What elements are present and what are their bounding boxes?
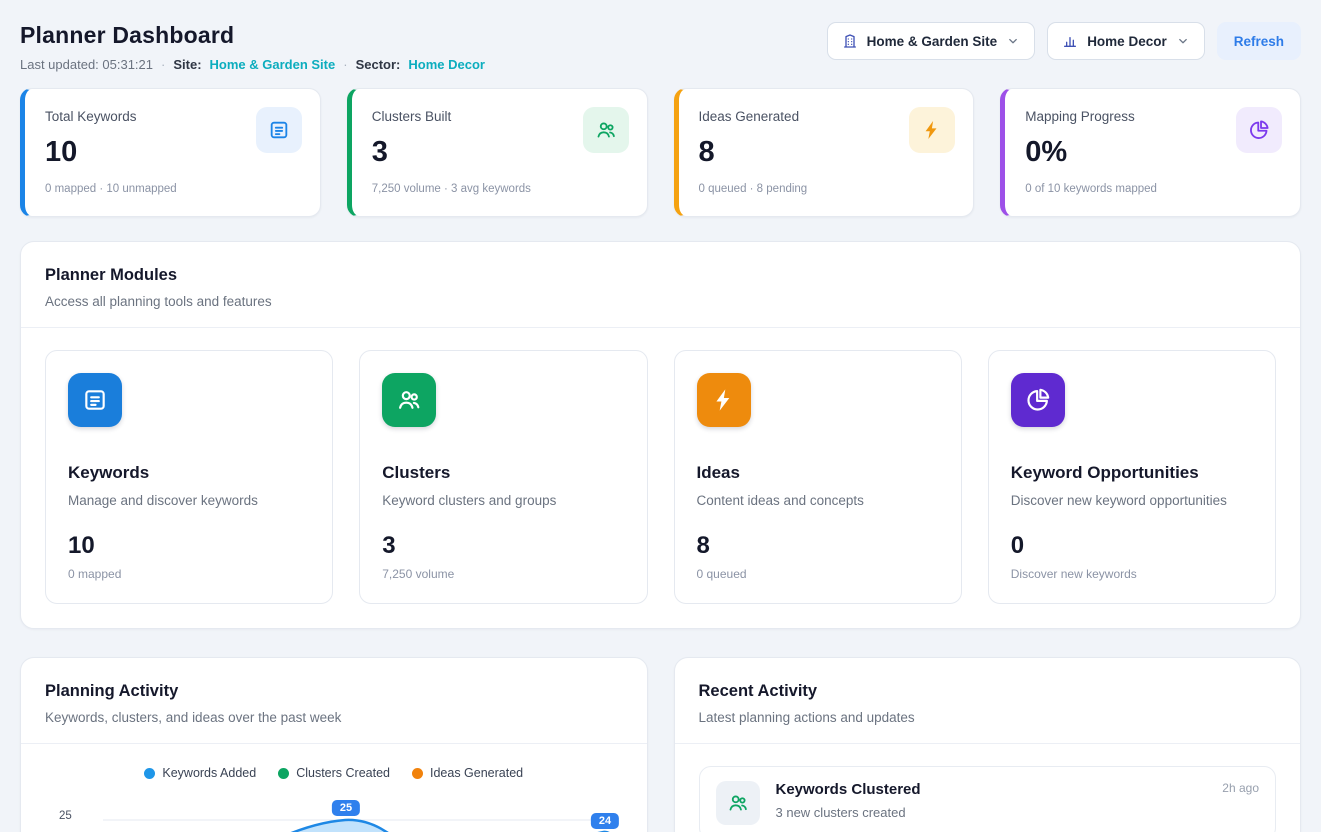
divider — [675, 743, 1301, 744]
stat-sub: 0 mapped · 10 unmapped — [45, 183, 300, 195]
meta-separator: · — [343, 57, 347, 72]
legend-label: Keywords Added — [162, 766, 256, 780]
stat-sub: 7,250 volume · 3 avg keywords — [372, 183, 627, 195]
site-selector-dropdown[interactable]: Home & Garden Site — [827, 22, 1036, 60]
site-link[interactable]: Home & Garden Site — [210, 57, 336, 72]
chart-legend: Keywords Added Clusters Created Ideas Ge… — [45, 766, 623, 780]
legend-label: Clusters Created — [296, 766, 390, 780]
sector-selector-value: Home Decor — [1087, 34, 1167, 49]
users-icon — [716, 781, 760, 825]
sector-label: Sector: — [356, 57, 401, 72]
divider — [21, 743, 647, 744]
pie-chart-icon — [1011, 373, 1065, 427]
sector-link[interactable]: Home Decor — [408, 57, 485, 72]
stat-card-clusters-built: Clusters Built 3 7,250 volume · 3 avg ke… — [347, 88, 648, 217]
refresh-button[interactable]: Refresh — [1217, 22, 1301, 60]
data-point-label: 25 — [332, 800, 360, 816]
module-title: Keyword Opportunities — [1011, 463, 1253, 483]
panel-title: Planning Activity — [45, 682, 623, 701]
module-value: 3 — [382, 532, 624, 560]
stat-sub: 0 queued · 8 pending — [699, 183, 954, 195]
activity-item: Keywords Clustered 3 new clusters create… — [699, 766, 1277, 832]
activity-description: 3 new clusters created — [776, 805, 921, 820]
module-title: Ideas — [697, 463, 939, 483]
module-description: Manage and discover keywords — [68, 493, 310, 508]
module-sub: Discover new keywords — [1011, 567, 1253, 581]
last-updated-text: Last updated: 05:31:21 — [20, 57, 153, 72]
building-icon — [842, 33, 858, 49]
meta-separator: · — [161, 57, 165, 72]
stats-grid: Total Keywords 10 0 mapped · 10 unmapped… — [0, 88, 1321, 217]
document-icon — [68, 373, 122, 427]
planner-modules-panel: Planner Modules Access all planning tool… — [20, 241, 1301, 629]
module-value: 8 — [697, 532, 939, 560]
header-left: Planner Dashboard Last updated: 05:31:21… — [20, 22, 485, 72]
chevron-down-icon — [1176, 34, 1190, 48]
stat-card-total-keywords: Total Keywords 10 0 mapped · 10 unmapped — [20, 88, 321, 217]
lightning-icon — [909, 107, 955, 153]
y-axis-tick: 25 — [59, 810, 72, 822]
chevron-down-icon — [1006, 34, 1020, 48]
panel-title: Planner Modules — [45, 266, 1276, 285]
planning-activity-card: Planning Activity Keywords, clusters, an… — [20, 657, 648, 832]
activity-body: Keywords Clustered 3 new clusters create… — [776, 781, 921, 820]
legend-dot-icon — [412, 768, 423, 779]
bottom-row: Planning Activity Keywords, clusters, an… — [20, 657, 1301, 832]
site-selector-value: Home & Garden Site — [867, 34, 998, 49]
module-sub: 0 queued — [697, 567, 939, 581]
legend-item-keywords-added: Keywords Added — [144, 766, 256, 780]
panel-subtitle: Access all planning tools and features — [45, 294, 1276, 309]
module-title: Clusters — [382, 463, 624, 483]
panel-subtitle: Keywords, clusters, and ideas over the p… — [45, 710, 623, 725]
divider — [21, 327, 1300, 328]
page-title: Planner Dashboard — [20, 22, 485, 49]
legend-label: Ideas Generated — [430, 766, 523, 780]
modules-grid: Keywords Manage and discover keywords 10… — [45, 350, 1276, 604]
module-sub: 0 mapped — [68, 567, 310, 581]
document-icon — [256, 107, 302, 153]
legend-item-ideas-generated: Ideas Generated — [412, 766, 523, 780]
legend-dot-icon — [278, 768, 289, 779]
users-icon — [382, 373, 436, 427]
module-card-keyword-opportunities[interactable]: Keyword Opportunities Discover new keywo… — [988, 350, 1276, 604]
legend-item-clusters-created: Clusters Created — [278, 766, 390, 780]
panel-title: Recent Activity — [699, 682, 1277, 701]
site-label: Site: — [173, 57, 201, 72]
header-meta: Last updated: 05:31:21 · Site: Home & Ga… — [20, 57, 485, 72]
module-card-ideas[interactable]: Ideas Content ideas and concepts 8 0 que… — [674, 350, 962, 604]
module-card-keywords[interactable]: Keywords Manage and discover keywords 10… — [45, 350, 333, 604]
users-icon — [583, 107, 629, 153]
activity-timestamp: 2h ago — [1222, 781, 1259, 795]
recent-activity-card: Recent Activity Latest planning actions … — [674, 657, 1302, 832]
pie-chart-icon — [1236, 107, 1282, 153]
panel-subtitle: Latest planning actions and updates — [699, 710, 1277, 725]
stat-sub: 0 of 10 keywords mapped — [1025, 183, 1280, 195]
activity-title: Keywords Clustered — [776, 781, 921, 798]
sector-selector-dropdown[interactable]: Home Decor — [1047, 22, 1205, 60]
module-card-clusters[interactable]: Clusters Keyword clusters and groups 3 7… — [359, 350, 647, 604]
module-sub: 7,250 volume — [382, 567, 624, 581]
lightning-icon — [697, 373, 751, 427]
module-value: 10 — [68, 532, 310, 560]
data-point-label: 24 — [591, 813, 619, 829]
line-chart-plot — [103, 794, 619, 832]
module-description: Content ideas and concepts — [697, 493, 939, 508]
bar-chart-icon — [1062, 33, 1078, 49]
stat-card-ideas-generated: Ideas Generated 8 0 queued · 8 pending — [674, 88, 975, 217]
header-controls: Home & Garden Site Home Decor Refresh — [827, 22, 1301, 60]
module-value: 0 — [1011, 532, 1253, 560]
activity-chart: 25 25 24 — [45, 794, 623, 832]
module-title: Keywords — [68, 463, 310, 483]
module-description: Discover new keyword opportunities — [1011, 493, 1253, 508]
page-header: Planner Dashboard Last updated: 05:31:21… — [0, 0, 1321, 72]
legend-dot-icon — [144, 768, 155, 779]
module-description: Keyword clusters and groups — [382, 493, 624, 508]
stat-card-mapping-progress: Mapping Progress 0% 0 of 10 keywords map… — [1000, 88, 1301, 217]
